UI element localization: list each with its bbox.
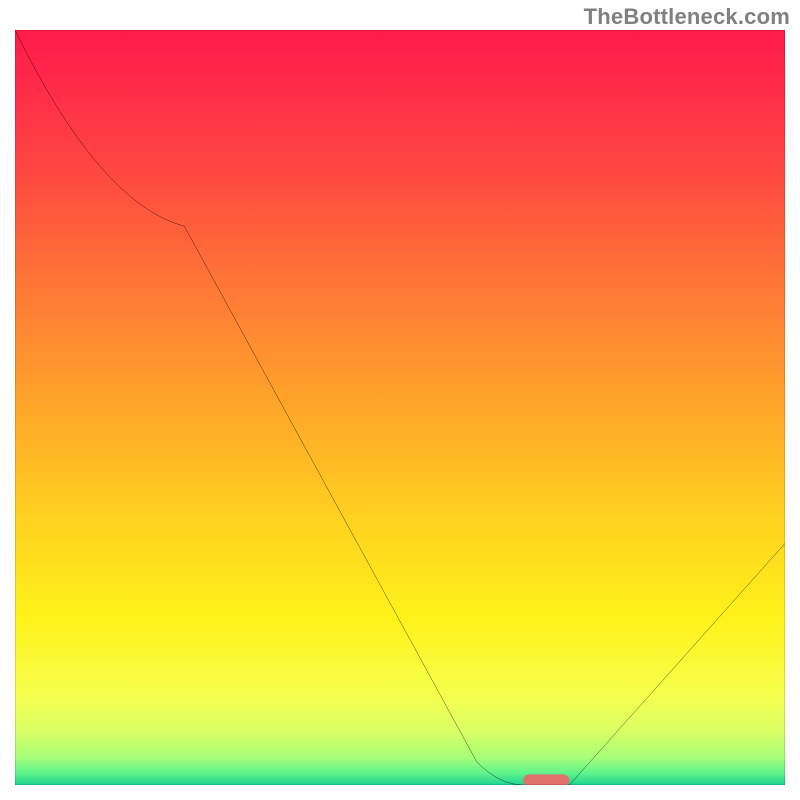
chart-container: TheBottleneck.com [0, 0, 800, 800]
watermark-label: TheBottleneck.com [584, 4, 790, 30]
chart-svg [15, 30, 785, 785]
gradient-fill [15, 30, 785, 785]
optimal-range-marker [523, 774, 569, 785]
plot-area [15, 30, 785, 785]
